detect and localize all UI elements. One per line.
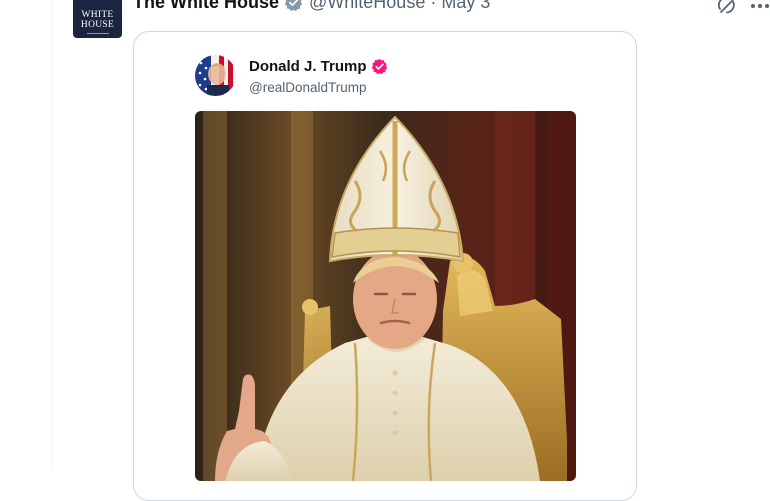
white-house-avatar[interactable]: WHITE HOUSE — [73, 0, 122, 38]
quoted-author-name[interactable]: Donald J. Trump — [249, 58, 367, 75]
grok-icon[interactable] — [716, 0, 738, 21]
post-date[interactable]: May 3 — [441, 0, 490, 13]
avatar-text-white: WHITE — [81, 10, 114, 20]
more-icon[interactable] — [750, 0, 770, 15]
author-name[interactable]: The White House — [133, 0, 279, 13]
author-handle[interactable]: @WhiteHouse — [309, 0, 425, 13]
post-header: The White House @WhiteHouse · May 3 — [133, 0, 490, 13]
avatar-rule — [86, 33, 109, 34]
header-separator: · — [430, 0, 437, 12]
quoted-post-image[interactable] — [195, 111, 576, 481]
trump-avatar[interactable] — [195, 55, 236, 96]
verified-badge-icon[interactable] — [284, 0, 303, 12]
quoted-author-row: Donald J. Trump — [249, 58, 388, 75]
verified-badge-icon[interactable] — [371, 58, 388, 75]
avatar-text-house: HOUSE — [80, 20, 115, 30]
timeline-divider — [52, 0, 53, 470]
quoted-author-handle[interactable]: @realDonaldTrump — [249, 80, 367, 95]
